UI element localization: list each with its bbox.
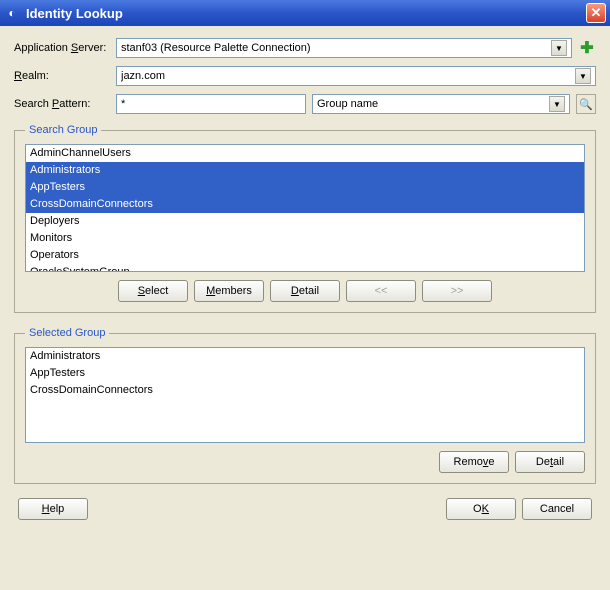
list-item[interactable]: AdminChannelUsers (26, 145, 584, 162)
detail-selected-button[interactable]: Detail (515, 451, 585, 473)
list-item[interactable]: Administrators (26, 162, 584, 179)
plus-icon: ✚ (580, 38, 593, 58)
list-item[interactable]: CrossDomainConnectors (26, 196, 584, 213)
chevron-down-icon[interactable]: ▼ (575, 68, 591, 84)
remove-button[interactable]: Remove (439, 451, 509, 473)
appserver-label: Application Server: (14, 42, 110, 54)
list-item[interactable]: Operators (26, 247, 584, 264)
list-item[interactable]: OracleSystemGroup (26, 264, 584, 272)
list-item[interactable]: Administrators (26, 348, 584, 365)
pattern-input[interactable]: * (116, 94, 306, 114)
select-button[interactable]: Select (118, 280, 188, 302)
search-group-buttons: Select Members Detail << >> (25, 280, 585, 302)
members-button[interactable]: Members (194, 280, 264, 302)
app-icon: ◐ (4, 5, 20, 21)
list-item[interactable]: AppTesters (26, 179, 584, 196)
appserver-combo[interactable]: stanf03 (Resource Palette Connection) ▼ (116, 38, 572, 58)
search-group-list[interactable]: AdminChannelUsersAdministratorsAppTester… (25, 144, 585, 272)
list-item[interactable]: Monitors (26, 230, 584, 247)
list-item[interactable]: AppTesters (26, 365, 584, 382)
realm-combo[interactable]: jazn.com ▼ (116, 66, 596, 86)
search-icon: 🔍 (579, 98, 593, 111)
search-row: Search Pattern: * Group name ▼ 🔍 (14, 94, 596, 114)
list-item[interactable]: Deployers (26, 213, 584, 230)
selected-group-list[interactable]: AdministratorsAppTestersCrossDomainConne… (25, 347, 585, 443)
chevron-down-icon[interactable]: ▼ (551, 40, 567, 56)
appserver-value: stanf03 (Resource Palette Connection) (121, 42, 551, 54)
realm-label: Realm: (14, 70, 110, 82)
realm-value: jazn.com (121, 70, 575, 82)
chevron-down-icon[interactable]: ▼ (549, 96, 565, 112)
search-group-legend: Search Group (25, 124, 101, 136)
search-type-value: Group name (317, 98, 549, 110)
selected-group-legend: Selected Group (25, 327, 109, 339)
prev-page-button: << (346, 280, 416, 302)
add-server-button[interactable]: ✚ (578, 39, 596, 57)
pattern-label: Search Pattern: (14, 98, 110, 110)
selected-group-fieldset: Selected Group AdministratorsAppTestersC… (14, 327, 596, 484)
detail-button[interactable]: Detail (270, 280, 340, 302)
search-button[interactable]: 🔍 (576, 94, 596, 114)
close-icon: ✕ (591, 5, 602, 21)
window-title: Identity Lookup (26, 6, 586, 21)
cancel-button[interactable]: Cancel (522, 498, 592, 520)
close-button[interactable]: ✕ (586, 3, 606, 23)
ok-button[interactable]: OK (446, 498, 516, 520)
titlebar: ◐ Identity Lookup ✕ (0, 0, 610, 26)
appserver-row: Application Server: stanf03 (Resource Pa… (14, 38, 596, 58)
list-item[interactable]: CrossDomainConnectors (26, 382, 584, 399)
search-group-fieldset: Search Group AdminChannelUsersAdministra… (14, 124, 596, 313)
next-page-button: >> (422, 280, 492, 302)
dialog-body: Application Server: stanf03 (Resource Pa… (0, 26, 610, 530)
pattern-value: * (121, 98, 301, 110)
realm-row: Realm: jazn.com ▼ (14, 66, 596, 86)
search-type-combo[interactable]: Group name ▼ (312, 94, 570, 114)
dialog-button-row: Help OK Cancel (14, 498, 596, 520)
help-button[interactable]: Help (18, 498, 88, 520)
selected-group-buttons: Remove Detail (25, 451, 585, 473)
